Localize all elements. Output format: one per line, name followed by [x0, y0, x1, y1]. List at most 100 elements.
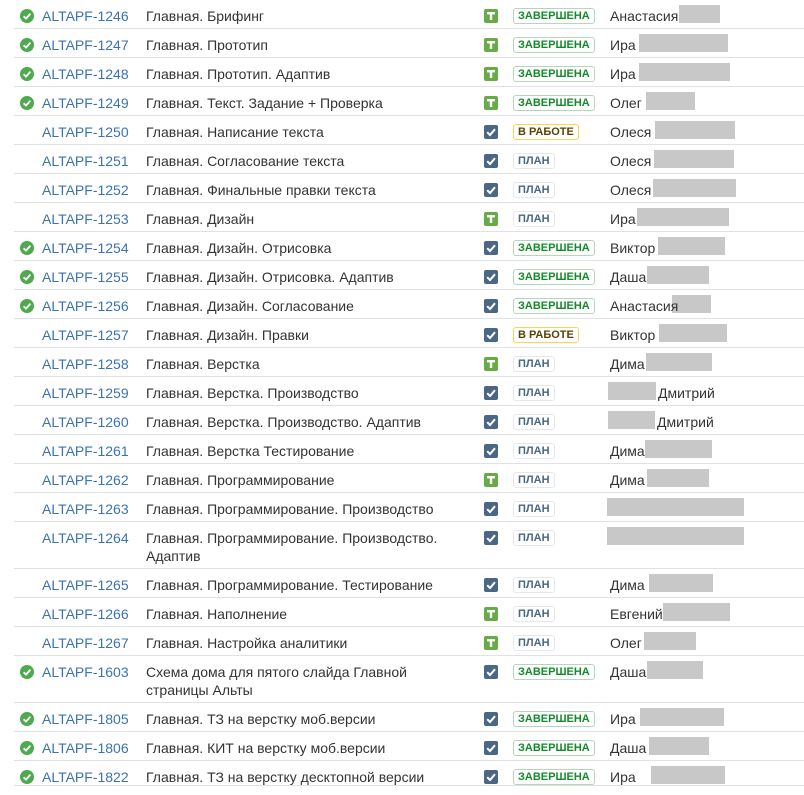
issue-key-link[interactable]: ALTAPF-1603	[42, 663, 129, 681]
resolved-check-icon	[20, 38, 34, 52]
issue-key-link[interactable]: ALTAPF-1250	[42, 123, 129, 141]
table-row: ALTAPF-1806 Главная. КИТ на верстку моб.в…	[14, 732, 804, 761]
table-row: ALTAPF-1260 Главная. Верстка. Производств…	[14, 406, 804, 435]
redacted-surname	[649, 737, 709, 755]
issue-summary: Главная. Программирование. Производство.…	[146, 530, 438, 564]
resolved-check-icon	[20, 67, 34, 81]
issue-summary: Главная. Настройка аналитики	[146, 635, 348, 651]
issue-key-link[interactable]: ALTAPF-1264	[42, 529, 129, 547]
redacted-surname	[607, 498, 744, 516]
redacted-surname	[651, 766, 725, 784]
status-badge: ПЛАН	[513, 414, 555, 430]
status-badge: ПЛАН	[513, 443, 555, 459]
issue-key-link[interactable]: ALTAPF-1267	[42, 634, 129, 652]
assignee-name: Дима	[610, 577, 645, 593]
issue-key-link[interactable]: ALTAPF-1260	[42, 413, 129, 431]
issue-key-link[interactable]: ALTAPF-1258	[42, 355, 129, 373]
issue-key-link[interactable]: ALTAPF-1249	[42, 94, 129, 112]
issue-key-link[interactable]: ALTAPF-1263	[42, 500, 129, 518]
redacted-surname	[637, 208, 729, 226]
issue-key-link[interactable]: ALTAPF-1822	[42, 768, 129, 786]
task-icon	[484, 9, 498, 23]
issue-key-link[interactable]: ALTAPF-1256	[42, 297, 129, 315]
issue-key-link[interactable]: ALTAPF-1255	[42, 268, 129, 286]
task-icon	[484, 473, 498, 487]
table-row: ALTAPF-1251 Главная. Согласование текста П…	[14, 145, 804, 174]
assignee-name: Анастасия	[610, 298, 679, 314]
table-row: ALTAPF-1264 Главная. Программирование. Пр…	[14, 522, 804, 569]
table-row: ALTAPF-1248 Главная. Прототип. Адаптив ЗАВ…	[14, 58, 804, 87]
status-badge: ПЛАН	[513, 472, 555, 488]
subtask-icon	[484, 328, 498, 342]
issue-key-link[interactable]: ALTAPF-1265	[42, 576, 129, 594]
table-row: ALTAPF-1805 Главная. ТЗ на верстку моб.ве…	[14, 703, 804, 732]
status-badge: ПЛАН	[513, 606, 555, 622]
status-badge: ЗАВЕРШЕНА	[513, 269, 595, 285]
assignee-name: Олеся	[610, 124, 652, 140]
issue-summary: Главная. Брифинг	[146, 8, 265, 24]
assignee-name: Олег	[610, 95, 642, 111]
issue-key-link[interactable]: ALTAPF-1252	[42, 181, 129, 199]
assignee-name: Ира	[610, 66, 636, 82]
issue-key-link[interactable]: ALTAPF-1251	[42, 152, 129, 170]
issue-key-link[interactable]: ALTAPF-1805	[42, 710, 129, 728]
redacted-surname	[608, 382, 656, 400]
issue-summary: Главная. Дизайн. Правки	[146, 327, 309, 343]
issue-key-link[interactable]: ALTAPF-1253	[42, 210, 129, 228]
redacted-surname	[679, 5, 720, 23]
status-badge: В РАБОТЕ	[513, 327, 579, 343]
subtask-icon	[484, 770, 498, 784]
issue-summary: Главная. Финальные правки текста	[146, 182, 376, 198]
issue-key-link[interactable]: ALTAPF-1262	[42, 471, 129, 489]
assignee-name: Даша	[610, 664, 647, 680]
table-row: ALTAPF-1603 Схема дома для пятого слайда …	[14, 656, 804, 703]
task-icon	[484, 96, 498, 110]
issue-summary: Главная. Написание текста	[146, 124, 324, 140]
issue-summary: Главная. Дизайн. Согласование	[146, 298, 354, 314]
issue-key-link[interactable]: ALTAPF-1257	[42, 326, 129, 344]
assignee-name: Олеся	[610, 153, 652, 169]
task-icon	[484, 636, 498, 650]
redacted-surname	[649, 574, 713, 592]
redacted-surname	[639, 63, 730, 81]
resolved-check-icon	[20, 299, 34, 313]
status-badge: ПЛАН	[513, 635, 555, 651]
table-row: ALTAPF-1266 Главная. Наполнение ПЛАН Евгени…	[14, 598, 804, 627]
table-row: ALTAPF-1262 Главная. Программирование ПЛАН…	[14, 464, 804, 493]
redacted-surname	[655, 121, 735, 139]
issue-key-link[interactable]: ALTAPF-1247	[42, 36, 129, 54]
table-row: ALTAPF-1249 Главная. Текст. Задание + Про…	[14, 87, 804, 116]
issue-summary: Схема дома для пятого слайда Главной стр…	[146, 664, 407, 698]
status-badge: ПЛАН	[513, 385, 555, 401]
subtask-icon	[484, 125, 498, 139]
status-badge: ЗАВЕРШЕНА	[513, 8, 595, 24]
task-icon	[484, 607, 498, 621]
assignee-name: Дима	[610, 443, 645, 459]
status-badge: ЗАВЕРШЕНА	[513, 37, 595, 53]
issue-key-link[interactable]: ALTAPF-1261	[42, 442, 129, 460]
redacted-surname	[640, 708, 724, 726]
task-icon	[484, 38, 498, 52]
table-row: ALTAPF-1247 Главная. Прототип ЗАВЕРШЕНА Ира	[14, 29, 804, 58]
assignee-name: Ира	[610, 211, 636, 227]
task-icon	[484, 67, 498, 81]
subtask-icon	[484, 241, 498, 255]
resolved-check-icon	[20, 741, 34, 755]
issue-key-link[interactable]: ALTAPF-1254	[42, 239, 129, 257]
issue-key-link[interactable]: ALTAPF-1806	[42, 739, 129, 757]
table-row: ALTAPF-1259 Главная. Верстка. Производств…	[14, 377, 804, 406]
subtask-icon	[484, 502, 498, 516]
resolved-check-icon	[20, 712, 34, 726]
issue-key-link[interactable]: ALTAPF-1248	[42, 65, 129, 83]
redacted-surname	[644, 632, 696, 650]
issue-key-link[interactable]: ALTAPF-1259	[42, 384, 129, 402]
issue-key-link[interactable]: ALTAPF-1266	[42, 605, 129, 623]
status-badge: В РАБОТЕ	[513, 124, 579, 140]
issue-key-link[interactable]: ALTAPF-1246	[42, 7, 129, 25]
resolved-check-icon	[20, 770, 34, 784]
status-badge: ПЛАН	[513, 356, 555, 372]
issue-summary: Главная. Дизайн	[146, 211, 255, 227]
task-icon	[484, 357, 498, 371]
status-badge: ЗАВЕРШЕНА	[513, 711, 595, 727]
resolved-check-icon	[20, 665, 34, 679]
